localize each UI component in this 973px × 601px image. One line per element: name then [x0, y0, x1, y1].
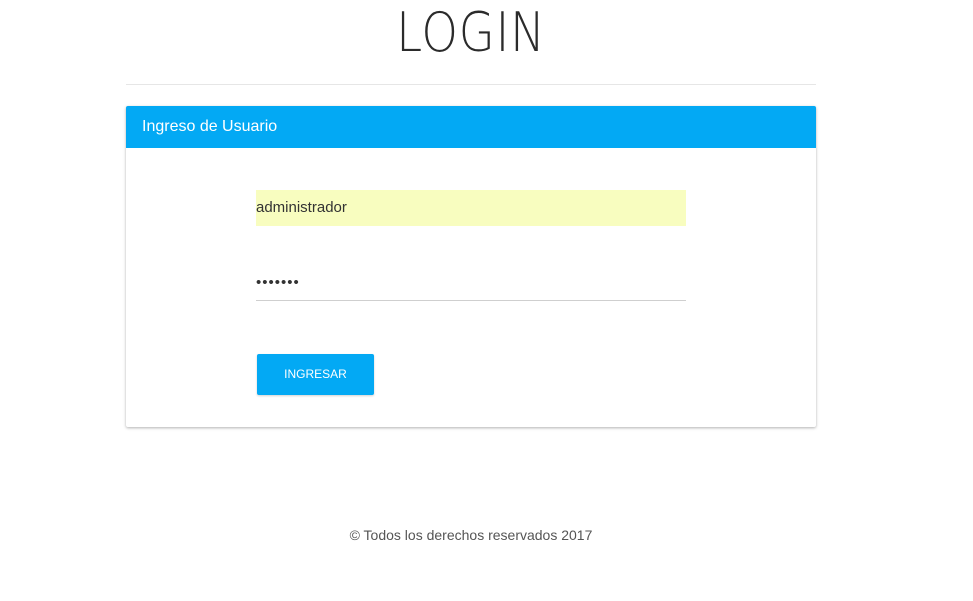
page-title: LOGIN	[396, 1, 546, 64]
password-field[interactable]: •••••••	[256, 266, 686, 301]
username-field[interactable]: administrador	[256, 190, 686, 226]
login-panel: Ingreso de Usuario administrador •••••••…	[126, 106, 816, 427]
footer-copyright: © Todos los derechos reservados 2017	[349, 527, 593, 543]
title-divider	[126, 84, 816, 85]
login-button[interactable]: INGRESAR	[257, 354, 374, 395]
login-page: LOGIN Ingreso de Usuario administrador •…	[0, 0, 973, 601]
panel-heading: Ingreso de Usuario	[126, 106, 816, 148]
